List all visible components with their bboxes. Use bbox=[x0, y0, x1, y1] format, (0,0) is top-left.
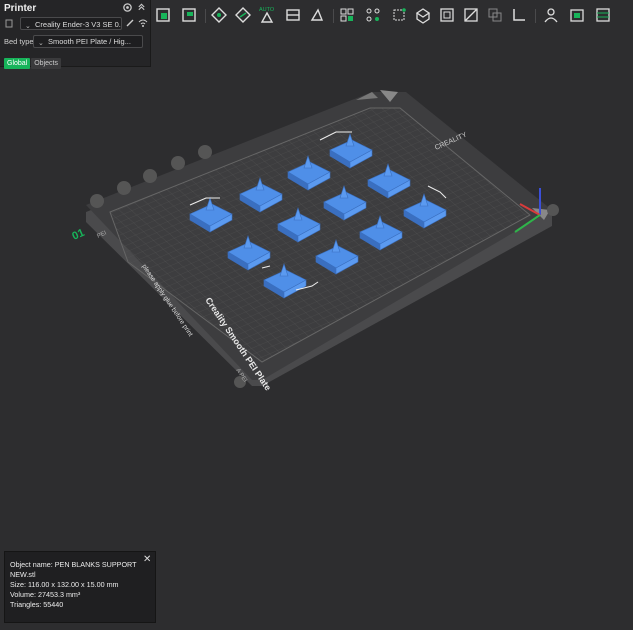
chevron-down-icon: ⌄ bbox=[25, 23, 31, 30]
object-triangles: Triangles: 55440 bbox=[10, 600, 64, 609]
3d-viewport[interactable]: CREALITY Creality Smooth PEI Plate pleas… bbox=[0, 0, 633, 625]
layers-icon bbox=[596, 8, 610, 22]
plate-btn-1 bbox=[90, 194, 104, 208]
support-paint-icon bbox=[440, 8, 454, 22]
plate-btn-4 bbox=[171, 156, 185, 170]
settings-tabs: Global Objects bbox=[4, 52, 62, 69]
plate-number: 01 bbox=[70, 227, 86, 243]
scale-icon bbox=[393, 8, 406, 21]
build-plate-scene: CREALITY Creality Smooth PEI Plate pleas… bbox=[70, 90, 559, 392]
plate-btn-2 bbox=[117, 181, 131, 195]
chevron-down-icon: ⌄ bbox=[38, 40, 44, 47]
bed-type-row: Bed type ⌄ Smooth PEI Plate / Hig... bbox=[4, 35, 148, 49]
seam-paint-icon bbox=[464, 8, 478, 22]
layout-grid-icon bbox=[340, 8, 354, 22]
tab-global[interactable]: Global bbox=[4, 58, 31, 69]
wifi-icon[interactable] bbox=[138, 18, 148, 28]
split-plates-button[interactable] bbox=[282, 4, 304, 26]
assembly-button[interactable] bbox=[540, 4, 562, 26]
bed-type-label: Bed type bbox=[4, 37, 34, 46]
variable-layer-icon bbox=[366, 8, 380, 22]
measure-icon bbox=[513, 9, 525, 21]
object-volume: Volume: 27453.3 mm³ bbox=[10, 590, 81, 599]
plate-btn-7 bbox=[547, 204, 559, 216]
panel-title: Printer bbox=[4, 3, 37, 14]
printer-name: Creality Ender-3 V3 SE 0.4 n bbox=[35, 20, 122, 29]
add-plate-icon bbox=[182, 8, 196, 22]
scale-button[interactable] bbox=[388, 4, 410, 26]
slice-tool-icon bbox=[310, 8, 324, 21]
text-icon bbox=[570, 9, 584, 22]
printer-icon bbox=[5, 19, 13, 28]
support-paint-button[interactable] bbox=[436, 4, 458, 26]
printer-row: ⌄ Creality Ender-3 V3 SE 0.4 n bbox=[4, 17, 148, 31]
add-part-button[interactable] bbox=[152, 4, 174, 26]
fuzzy-button[interactable] bbox=[484, 4, 506, 26]
collapse-icon[interactable] bbox=[137, 2, 146, 12]
object-name-line2: NEW.stl bbox=[10, 570, 36, 579]
text-button[interactable] bbox=[566, 4, 588, 26]
bed-type-select[interactable]: ⌄ Smooth PEI Plate / Hig... bbox=[33, 35, 143, 48]
object-info-panel: ✕ Object name: PEN BLANKS SUPPORT NEW.st… bbox=[4, 551, 156, 623]
seam-paint-button[interactable] bbox=[460, 4, 482, 26]
layers-button[interactable] bbox=[592, 4, 614, 26]
printer-panel: Printer ⌄ Creality Ender-3 V3 SE 0.4 n B… bbox=[0, 0, 151, 69]
printer-select[interactable]: ⌄ Creality Ender-3 V3 SE 0.4 n bbox=[20, 17, 122, 30]
orient-icon bbox=[235, 7, 251, 23]
measure-button[interactable] bbox=[508, 4, 530, 26]
plate-btn-3 bbox=[143, 169, 157, 183]
bed-type-value: Smooth PEI Plate / Hig... bbox=[48, 37, 131, 46]
add-part-icon bbox=[156, 8, 170, 22]
object-size: Size: 116.00 x 132.00 x 15.00 mm bbox=[10, 580, 119, 589]
cut-icon bbox=[415, 8, 431, 24]
auto-orient-button[interactable]: AUTO bbox=[256, 4, 278, 26]
arrange-icon bbox=[211, 7, 227, 23]
cut-button[interactable] bbox=[412, 4, 434, 26]
variable-layer-button[interactable] bbox=[362, 4, 384, 26]
edit-icon[interactable] bbox=[125, 18, 135, 28]
orient-button[interactable] bbox=[232, 4, 254, 26]
fuzzy-icon bbox=[488, 8, 502, 22]
close-icon[interactable]: ✕ bbox=[143, 554, 151, 565]
assembly-icon bbox=[544, 8, 558, 23]
add-plate-button[interactable] bbox=[178, 4, 200, 26]
plate-btn-5 bbox=[198, 145, 212, 159]
split-plates-icon bbox=[286, 9, 300, 21]
gear-icon[interactable] bbox=[122, 2, 133, 13]
auto-orient-icon: AUTO bbox=[259, 7, 275, 23]
object-name-line1: Object name: PEN BLANKS SUPPORT bbox=[10, 560, 137, 569]
slice-tool-button[interactable] bbox=[306, 4, 328, 26]
layout-grid-button[interactable] bbox=[336, 4, 358, 26]
arrange-button[interactable] bbox=[208, 4, 230, 26]
tab-objects[interactable]: Objects bbox=[31, 58, 61, 69]
